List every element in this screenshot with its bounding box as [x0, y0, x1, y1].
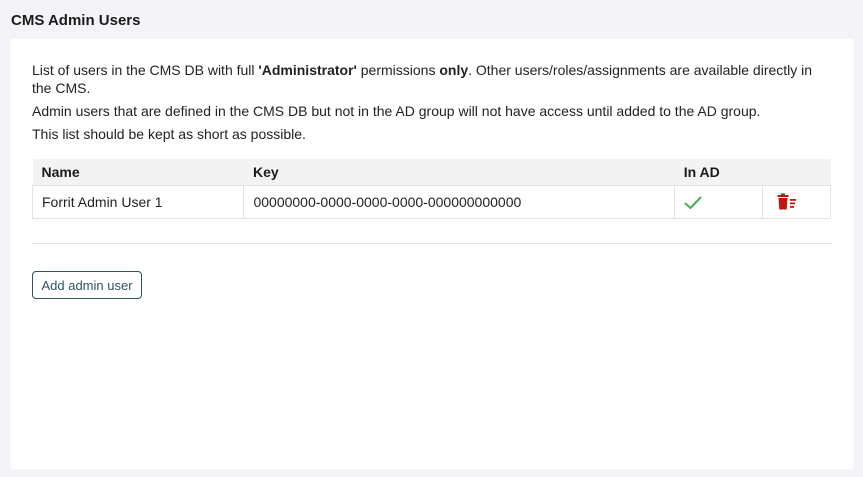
user-key-cell: 00000000-0000-0000-0000-000000000000 [243, 185, 676, 219]
page-title: CMS Admin Users [11, 12, 141, 29]
admin-users-panel: List of users in the CMS DB with full 'A… [11, 39, 853, 469]
actions-cell [762, 185, 831, 219]
table-row: Forrit Admin User 1 00000000-0000-0000-0… [31, 185, 831, 219]
description: List of users in the CMS DB with full 'A… [32, 61, 822, 148]
description-line-3: This list should be kept as short as pos… [32, 126, 306, 142]
in-ad-cell [674, 185, 764, 219]
check-icon [684, 196, 702, 210]
description-text: permissions [356, 62, 440, 78]
column-header-key: Key [243, 159, 675, 186]
trash-icon[interactable] [777, 193, 797, 211]
section-divider [32, 243, 832, 244]
description-line-1: List of users in the CMS DB with full 'A… [32, 61, 822, 97]
column-header-in-ad: In AD [674, 159, 763, 186]
admin-users-table: Name Key In AD Forrit Admin User 1 00000… [31, 159, 831, 219]
table-header-row: Name Key In AD [32, 159, 831, 186]
description-line-2: Admin users that are defined in the CMS … [32, 103, 761, 119]
user-name-cell: Forrit Admin User 1 [31, 185, 245, 219]
column-header-actions [762, 159, 831, 186]
administrator-emphasis: 'Administrator' [258, 62, 357, 78]
add-admin-user-button[interactable]: Add admin user [32, 271, 142, 299]
description-text: List of users in the CMS DB with full [32, 62, 259, 78]
column-header-name: Name [32, 159, 244, 186]
only-emphasis: only [439, 62, 469, 78]
